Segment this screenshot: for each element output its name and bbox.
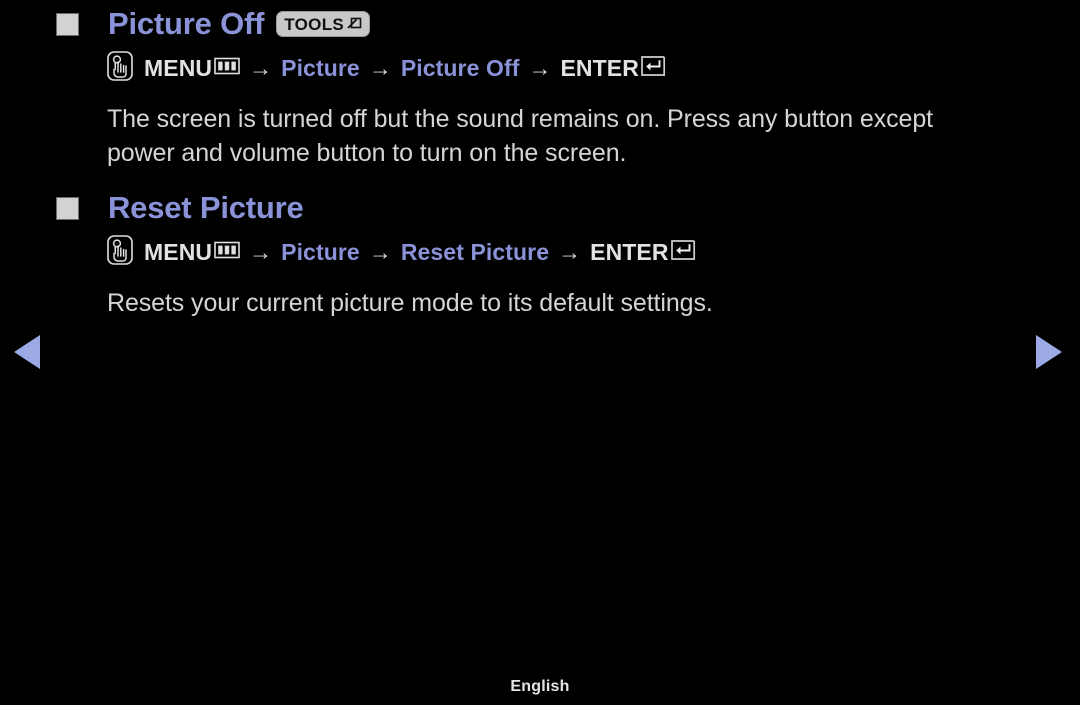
- section-picture-off: Picture Off TOOLS MENU → Picture → Pictu…: [0, 0, 1080, 170]
- path-arrow-1: →: [249, 238, 273, 265]
- section-heading-row: Reset Picture: [0, 184, 1080, 232]
- section-reset-picture: Reset Picture MENU → Picture → Reset Pic…: [0, 184, 1080, 320]
- path-step-picture[interactable]: Picture: [281, 239, 360, 266]
- menu-label: MENU: [144, 54, 213, 81]
- enter-return-icon: [640, 55, 666, 82]
- bullet-square-icon: [56, 12, 79, 36]
- menu-grid-icon: [214, 56, 240, 81]
- menu-label: MENU: [144, 238, 213, 265]
- path-step-picture-off[interactable]: Picture Off: [401, 55, 520, 82]
- section-description: The screen is turned off but the sound r…: [107, 105, 933, 167]
- path-step-picture[interactable]: Picture: [281, 55, 360, 82]
- section-heading-row: Picture Off TOOLS: [0, 0, 1080, 48]
- page-title: Picture Off: [108, 6, 265, 41]
- enter-label: ENTER: [590, 238, 669, 265]
- path-arrow-3: →: [528, 54, 552, 81]
- path-arrow-1: →: [249, 54, 273, 81]
- triangle-right-icon: [1036, 335, 1062, 369]
- path-arrow-2: →: [368, 238, 392, 265]
- next-page-button[interactable]: [1036, 335, 1070, 369]
- previous-page-button[interactable]: [14, 335, 48, 369]
- footer-language-label: English: [510, 678, 570, 695]
- path-arrow-3: →: [558, 238, 582, 265]
- triangle-left-icon: [14, 335, 40, 369]
- menu-path-picture-off: MENU → Picture → Picture Off → ENTER: [0, 48, 1080, 88]
- path-step-reset-picture[interactable]: Reset Picture: [401, 239, 549, 266]
- section-description: Resets your current picture mode to its …: [107, 289, 713, 317]
- tools-badge-label: TOOLS: [284, 14, 345, 34]
- page-title: Reset Picture: [108, 190, 304, 225]
- menu-path-reset-picture: MENU → Picture → Reset Picture → ENTER: [0, 232, 1080, 272]
- tools-arrow-icon: [346, 14, 362, 35]
- menu-grid-icon: [214, 240, 240, 265]
- enter-label: ENTER: [560, 54, 639, 81]
- hand-press-icon: [107, 50, 133, 86]
- enter-return-icon: [670, 239, 696, 266]
- emanual-page: Picture Off TOOLS MENU → Picture → Pictu…: [0, 0, 1080, 705]
- bullet-square-icon: [56, 196, 79, 220]
- path-arrow-2: →: [368, 54, 392, 81]
- tools-badge[interactable]: TOOLS: [276, 11, 371, 37]
- hand-press-icon: [107, 234, 133, 270]
